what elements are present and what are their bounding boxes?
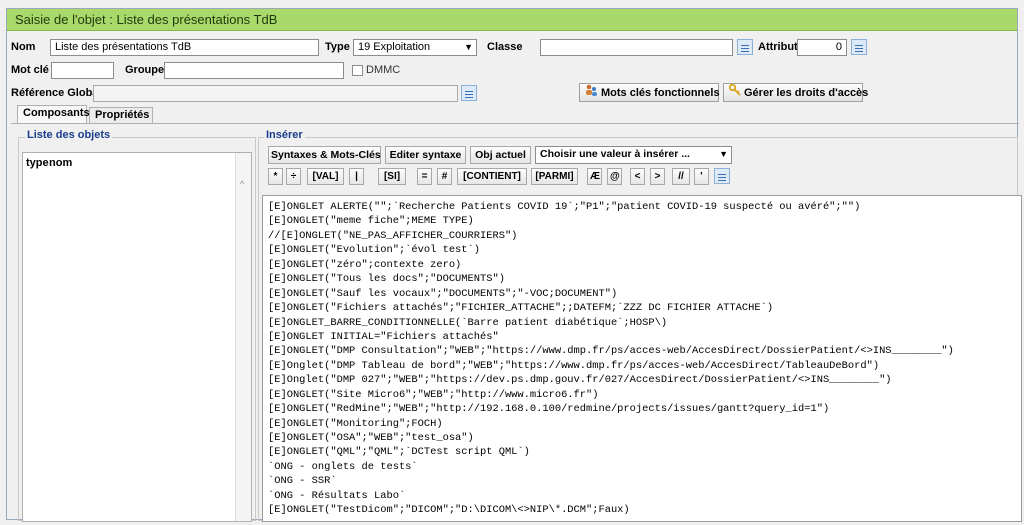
window-title: Saisie de l'objet : Liste des présentati… xyxy=(7,9,1017,31)
refglobale-input[interactable] xyxy=(93,85,458,102)
classe-label: Classe xyxy=(487,41,523,53)
code-line[interactable]: [E]ONGLET("RedMine";"WEB";"http://192.16… xyxy=(268,402,1021,416)
token-at-button[interactable]: @ xyxy=(607,168,622,185)
nom-input[interactable]: Liste des présentations TdB xyxy=(50,39,319,56)
attribut-input[interactable]: 0 xyxy=(797,39,847,56)
token-quote-button[interactable]: ' xyxy=(694,168,709,185)
code-line[interactable]: [E]ONGLET ALERTE("";`Recherche Patients … xyxy=(268,200,1021,214)
key-icon xyxy=(728,83,741,102)
code-line[interactable]: //[E]ONGLET("NE_PAS_AFFICHER_COURRIERS") xyxy=(268,229,1021,243)
token-val-button[interactable]: [VAL] xyxy=(307,168,344,185)
code-line[interactable]: [E]ONGLET("QML";"QML";`DCTest script QML… xyxy=(268,445,1021,459)
code-line[interactable]: [E]ONGLET("meme fiche";MEME TYPE) xyxy=(268,214,1021,228)
editer-syntaxe-button[interactable]: Editer syntaxe xyxy=(385,146,466,164)
code-line[interactable]: [E]ONGLET("DMP Consultation";"WEB";"http… xyxy=(268,344,1021,358)
code-line[interactable]: [E]ONGLET INITIAL="Fichiers attachés" xyxy=(268,330,1021,344)
chevron-up-icon[interactable]: ^ xyxy=(240,179,244,189)
col-nom-header[interactable]: nom xyxy=(49,157,72,169)
groupe-label: Groupe xyxy=(125,64,165,76)
insert-list-icon[interactable] xyxy=(714,168,730,184)
syntaxes-button[interactable]: Syntaxes & Mots-Clés xyxy=(268,146,381,164)
token-divide-button[interactable]: ÷ xyxy=(286,168,301,185)
objects-scrollbar[interactable]: ^ xyxy=(235,153,251,521)
chevron-down-icon: ▼ xyxy=(719,149,728,159)
code-line[interactable]: [E]ONGLET("Tous les docs";"DOCUMENTS") xyxy=(268,272,1021,286)
code-line[interactable]: [E]Onglet("DMP Tableau de bord";"WEB";"h… xyxy=(268,359,1021,373)
code-line[interactable]: `ONG - onglets de tests` xyxy=(268,460,1021,474)
code-line[interactable]: [E]Onglet("DMP 027";"WEB";"https://dev.p… xyxy=(268,373,1021,387)
code-editor[interactable]: [E]ONGLET ALERTE("";`Recherche Patients … xyxy=(262,195,1022,522)
code-line[interactable]: `ONG - Résultats Labo` xyxy=(268,489,1021,503)
code-line[interactable]: [E]ONGLET("zéro";contexte zero) xyxy=(268,258,1021,272)
insert-value-select-value: Choisir une valeur à insérer ... xyxy=(540,148,690,160)
code-line[interactable]: `ONG - SSR` xyxy=(268,474,1021,488)
users-key-icon xyxy=(585,84,598,102)
objects-legend: Liste des objets xyxy=(25,129,113,141)
dmmc-checkbox[interactable] xyxy=(352,65,363,76)
token-pipe-button[interactable]: | xyxy=(349,168,364,185)
objects-list[interactable]: type nom ^ xyxy=(22,152,252,522)
groupe-input[interactable] xyxy=(164,62,344,79)
token-equals-button[interactable]: = xyxy=(417,168,432,185)
token-si-button[interactable]: [SI] xyxy=(378,168,406,185)
code-line[interactable]: [E]ONGLET("Fichiers attachés";"FICHIER_A… xyxy=(268,301,1021,315)
code-line[interactable]: [E]ONGLET("OSA";"WEB";"test_osa") xyxy=(268,431,1021,445)
token-contient-button[interactable]: [CONTIENT] xyxy=(457,168,527,185)
motcle-input[interactable] xyxy=(51,62,114,79)
col-type-header[interactable]: type xyxy=(26,157,49,169)
gerer-droits-button[interactable]: Gérer les droits d'accès xyxy=(723,83,868,102)
type-label: Type xyxy=(325,41,350,53)
token-hash-button[interactable]: # xyxy=(437,168,452,185)
code-line[interactable]: [E]ONGLET("Evolution";`évol test`) xyxy=(268,243,1021,257)
mots-cles-label: Mots clés fonctionnels xyxy=(601,86,720,99)
code-content[interactable]: [E]ONGLET ALERTE("";`Recherche Patients … xyxy=(263,196,1021,518)
chevron-down-icon: ▼ xyxy=(464,42,473,52)
code-line[interactable]: [E]ONGLET_BARRE_CONDITIONNELLE(`Barre pa… xyxy=(268,316,1021,330)
classe-lookup-icon[interactable] xyxy=(737,39,753,55)
tab-composants[interactable]: Composants xyxy=(17,105,90,123)
token-ae-button[interactable]: Æ xyxy=(587,168,602,185)
code-line[interactable]: [E]ONGLET("Sauf les vocaux";"DOCUMENTS";… xyxy=(268,287,1021,301)
type-select[interactable]: 19 Exploitation ▼ xyxy=(353,39,477,56)
object-editor-window: Saisie de l'objet : Liste des présentati… xyxy=(6,8,1022,522)
token-comment-button[interactable]: // xyxy=(672,168,690,185)
code-line[interactable]: [E]ONGLET("Monitoring";FOCH) xyxy=(268,417,1021,431)
nom-label: Nom xyxy=(11,41,36,53)
attribut-label: Attribut xyxy=(758,41,798,53)
insert-legend: Insérer xyxy=(264,129,305,141)
classe-input[interactable] xyxy=(540,39,733,56)
token-lt-button[interactable]: < xyxy=(630,168,645,185)
insert-value-select[interactable]: Choisir une valeur à insérer ... ▼ xyxy=(535,146,732,164)
token-asterisk-button[interactable]: * xyxy=(268,168,283,185)
token-gt-button[interactable]: > xyxy=(650,168,665,185)
objects-list-header: type nom xyxy=(23,153,235,173)
type-select-value: 19 Exploitation xyxy=(358,41,431,53)
refglobale-lookup-icon[interactable] xyxy=(461,85,477,101)
token-parmi-button[interactable]: [PARMI] xyxy=(531,168,578,185)
tab-proprietes[interactable]: Propriétés xyxy=(89,107,153,123)
droits-label: Gérer les droits d'accès xyxy=(744,86,869,99)
attribut-lookup-icon[interactable] xyxy=(851,39,867,55)
mots-cles-fonctionnels-button[interactable]: Mots clés fonctionnels xyxy=(579,83,720,102)
motcle-label: Mot clé xyxy=(11,64,49,76)
obj-actuel-button[interactable]: Obj actuel xyxy=(470,146,531,164)
dmmc-label: DMMC xyxy=(366,64,401,76)
code-line[interactable]: [E]ONGLET("TestDicom";"DICOM";"D:\DICOM\… xyxy=(268,503,1021,517)
code-line[interactable]: [E]ONGLET("Site Micro6";"WEB";"http://ww… xyxy=(268,388,1021,402)
